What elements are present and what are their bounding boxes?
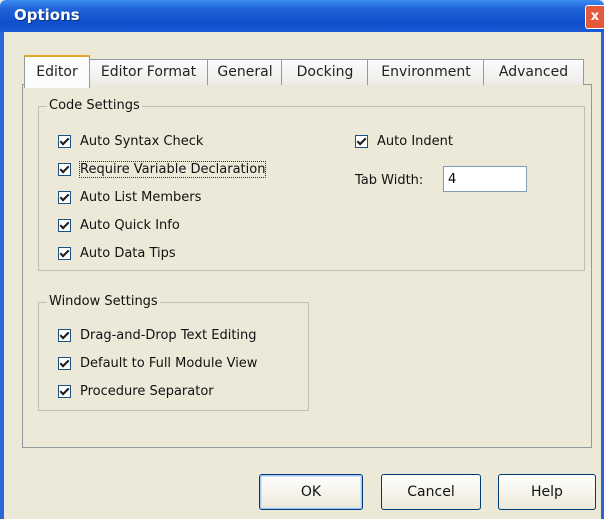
tab-environment[interactable]: Environment — [367, 59, 485, 85]
procedure-separator-option[interactable]: Procedure Separator — [58, 381, 214, 401]
tab-docking[interactable]: Docking — [281, 59, 369, 85]
window-title: Options — [14, 6, 80, 24]
auto-syntax-check-option[interactable]: Auto Syntax Check — [58, 131, 203, 151]
require-variable-declaration-option[interactable]: Require Variable Declaration — [58, 159, 267, 179]
auto-syntax-check-label: Auto Syntax Check — [80, 133, 204, 149]
checkbox-auto-data-tips[interactable] — [58, 246, 71, 260]
tab-editor[interactable]: Editor — [24, 55, 90, 88]
auto-list-members-option[interactable]: Auto List Members — [58, 187, 201, 207]
checkbox-default-full-module-view[interactable] — [58, 356, 71, 370]
drag-and-drop-text-editing-option[interactable]: Drag-and-Drop Text Editing — [58, 325, 257, 345]
auto-quick-info-label: Auto Quick Info — [80, 217, 180, 233]
tab-width-input[interactable] — [443, 166, 527, 192]
code-settings-legend: Code Settings — [47, 98, 142, 113]
close-icon[interactable]: x — [585, 5, 604, 29]
tab-width-label: Tab Width: — [355, 172, 424, 188]
tab-advanced[interactable]: Advanced — [483, 59, 584, 85]
auto-indent-option[interactable]: Auto Indent — [355, 131, 453, 151]
options-dialog: Options x Editor Editor Format General D… — [0, 0, 604, 519]
auto-list-members-label: Auto List Members — [80, 189, 202, 205]
auto-quick-info-option[interactable]: Auto Quick Info — [58, 215, 180, 235]
title-bar[interactable]: Options x — [0, 0, 604, 32]
checkbox-auto-syntax-check[interactable] — [58, 134, 71, 148]
cancel-button[interactable]: Cancel — [381, 474, 481, 510]
default-full-module-view-label: Default to Full Module View — [80, 355, 258, 371]
checkbox-auto-quick-info[interactable] — [58, 218, 71, 232]
auto-data-tips-label: Auto Data Tips — [80, 245, 176, 261]
require-variable-declaration-label: Require Variable Declaration — [78, 160, 267, 178]
ok-button[interactable]: OK — [259, 474, 363, 510]
auto-data-tips-option[interactable]: Auto Data Tips — [58, 243, 176, 263]
checkbox-auto-list-members[interactable] — [58, 190, 71, 204]
checkbox-require-variable-declaration[interactable] — [58, 162, 71, 176]
default-full-module-view-option[interactable]: Default to Full Module View — [58, 353, 257, 373]
drag-and-drop-text-editing-label: Drag-and-Drop Text Editing — [80, 327, 257, 343]
checkbox-procedure-separator[interactable] — [58, 384, 71, 398]
checkbox-auto-indent[interactable] — [355, 134, 368, 148]
tab-general[interactable]: General — [207, 59, 283, 85]
procedure-separator-label: Procedure Separator — [80, 383, 214, 399]
tab-editor-format[interactable]: Editor Format — [88, 59, 209, 85]
help-button[interactable]: Help — [498, 474, 596, 510]
window-settings-legend: Window Settings — [47, 294, 160, 309]
window-border-left — [0, 32, 4, 519]
checkbox-drag-and-drop-text-editing[interactable] — [58, 328, 71, 342]
auto-indent-label: Auto Indent — [377, 133, 453, 149]
